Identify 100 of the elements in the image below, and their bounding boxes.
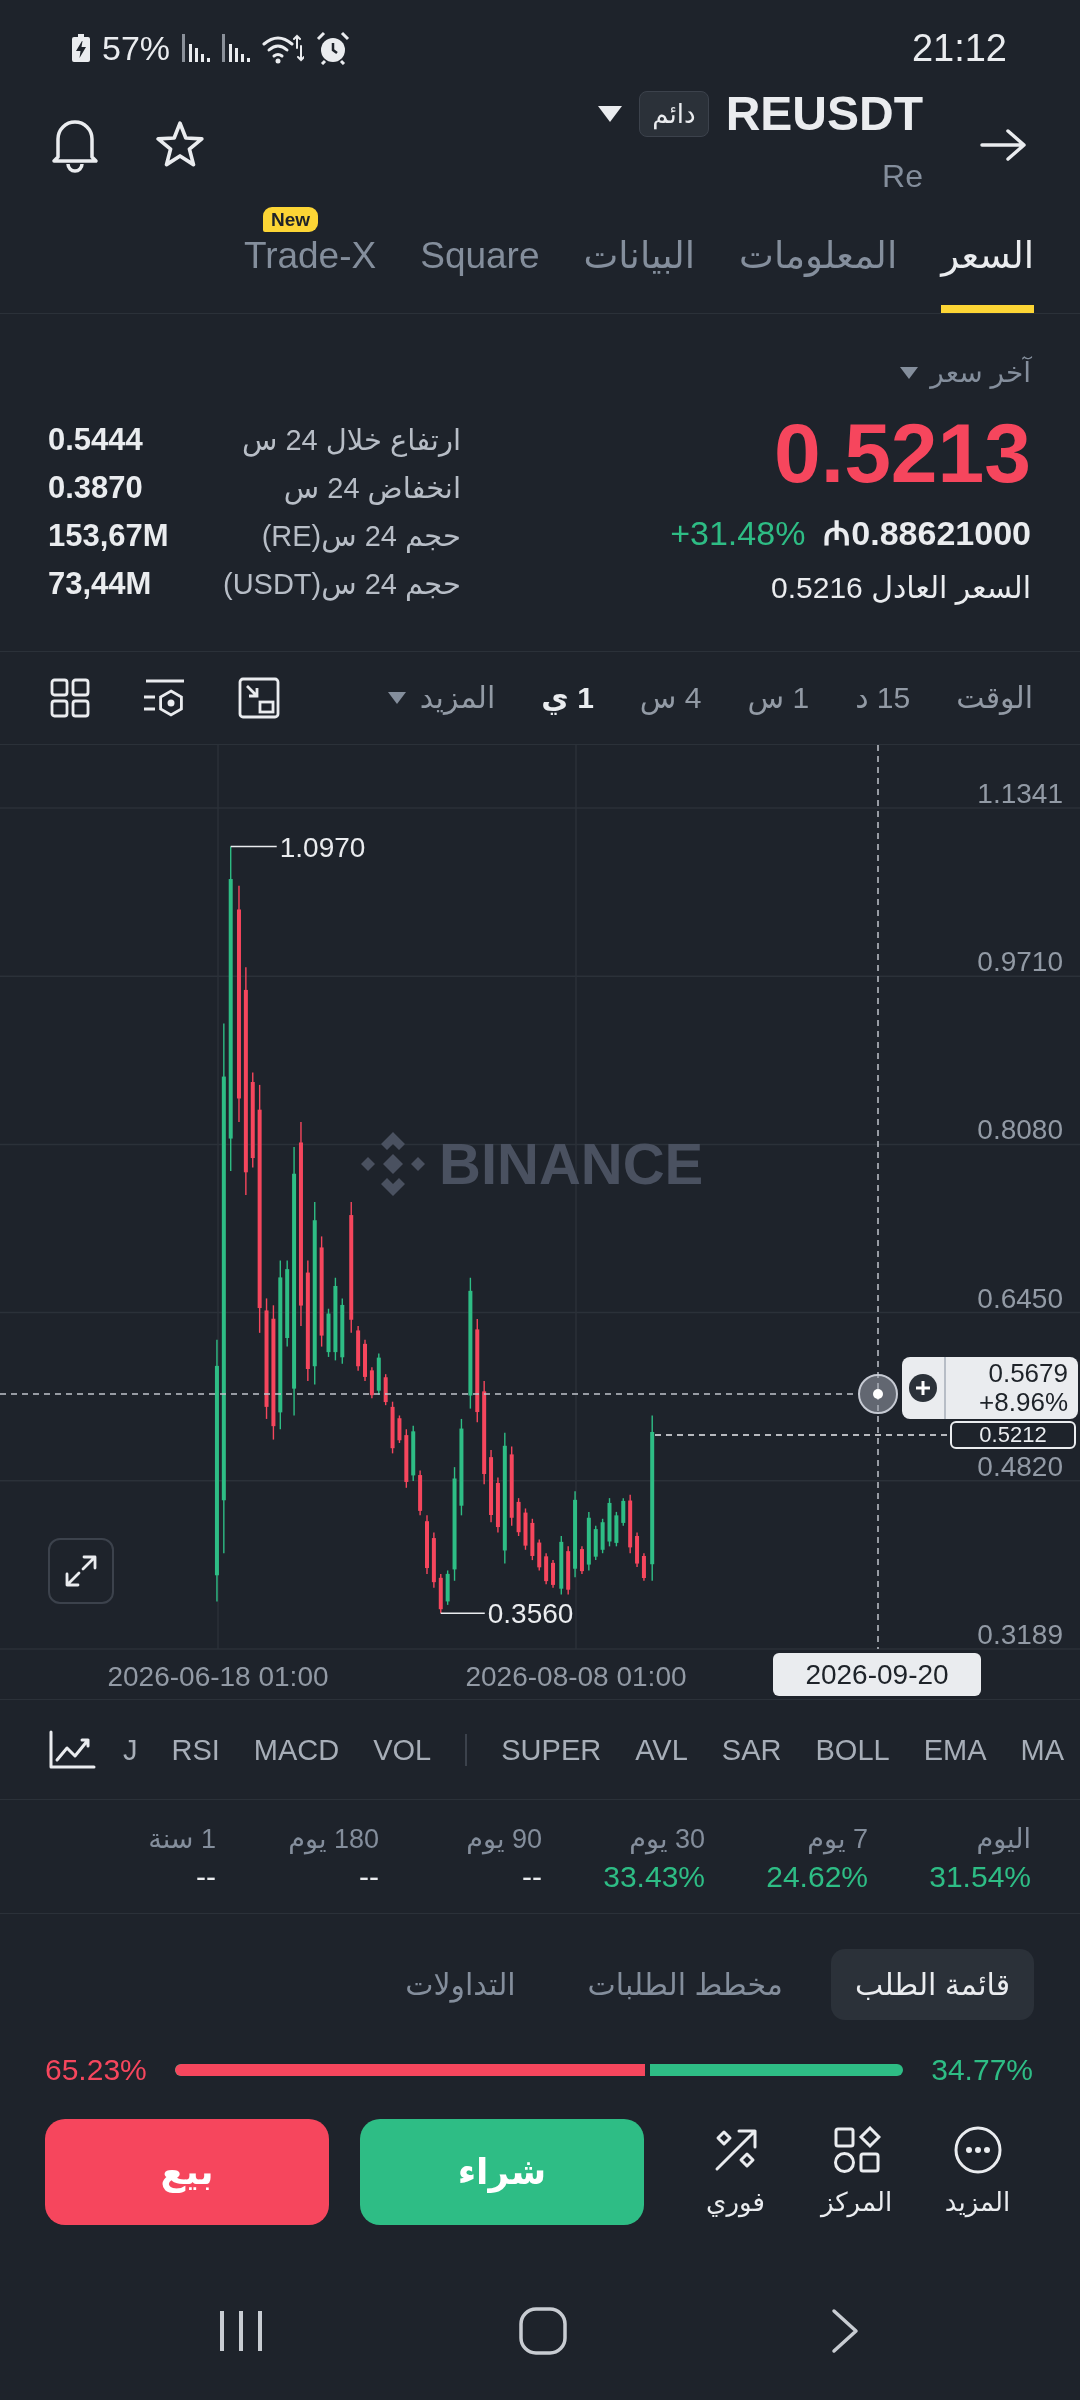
- crosshair-change: +8.96%: [979, 1388, 1068, 1417]
- last-price: 0.5213: [774, 407, 1031, 499]
- price-axis-label: 1.1341: [977, 778, 1063, 809]
- caret-down-icon[interactable]: [598, 105, 623, 122]
- period-label: 30 يوم: [629, 1823, 705, 1856]
- fair-price: السعر العادل 0.5216: [771, 570, 1031, 606]
- signal-icon: [222, 33, 251, 62]
- low-price-label: 0.3560: [487, 1598, 574, 1630]
- period-change: 24.62%: [766, 1859, 868, 1895]
- status-time: 21:12: [911, 25, 1007, 70]
- interval-tab[interactable]: 1 س: [747, 680, 810, 716]
- battery-percent: 57%: [102, 27, 171, 68]
- shapes-icon: [832, 2126, 881, 2174]
- stat-value: 73,44M: [48, 565, 152, 603]
- indicator-tab[interactable]: EMA: [923, 1731, 987, 1768]
- price-axis-label: 0.4820: [977, 1450, 1063, 1482]
- tab[interactable]: البيانات: [583, 205, 696, 313]
- last-price-tag: 0.5212: [950, 1421, 1076, 1449]
- stat-value: 0.3870: [48, 469, 143, 507]
- star-icon[interactable]: [155, 121, 205, 169]
- interval-tab[interactable]: الوقت: [956, 680, 1033, 716]
- crosshair-price: 0.5679: [988, 1359, 1068, 1388]
- price-axis-label: 0.8080: [977, 1114, 1063, 1146]
- rounded-square-icon[interactable]: [519, 2307, 567, 2355]
- crosshair-date-tag: 2026-09-20: [773, 1653, 981, 1696]
- chevron-right-icon[interactable]: [831, 2308, 859, 2354]
- new-badge: New: [262, 207, 318, 232]
- low-price-leader: [440, 1612, 486, 1614]
- high-price-label: 1.0970: [279, 831, 366, 863]
- tab[interactable]: New Trade-X: [243, 205, 377, 313]
- indicator-tab[interactable]: VOL: [373, 1731, 432, 1768]
- order-book-tab[interactable]: التداولات: [381, 1949, 540, 2020]
- order-book-tab[interactable]: قائمة الطلب: [830, 1949, 1034, 2020]
- vertical-bars-icon[interactable]: [219, 2309, 263, 2353]
- more-button[interactable]: المزيد: [917, 2119, 1038, 2217]
- time-axis-label: 2026-08-08 01:00: [465, 1661, 687, 1692]
- contract-type-badge: دائم: [639, 90, 709, 137]
- period-change: --: [359, 1859, 379, 1895]
- period-change: --: [196, 1859, 216, 1895]
- settings-icon[interactable]: [142, 678, 186, 718]
- caret-down-icon: [387, 692, 406, 704]
- indicator-tab[interactable]: BOLL: [815, 1731, 890, 1768]
- diamond-logo-icon: [361, 1132, 425, 1196]
- price-axis-label: 0.6450: [977, 1282, 1063, 1314]
- indicator-tab[interactable]: RSI: [171, 1731, 220, 1768]
- symbol-subtitle: Re: [882, 156, 923, 195]
- period-label: 1 سنة: [148, 1823, 216, 1856]
- indicator-tab[interactable]: AVL: [635, 1731, 688, 1768]
- period-change: 31.54%: [929, 1859, 1031, 1895]
- chart-line-icon[interactable]: [48, 1729, 96, 1770]
- fullscreen-button[interactable]: [48, 1538, 114, 1604]
- interval-tab[interactable]: 15 د: [855, 680, 911, 716]
- tab[interactable]: Square: [420, 205, 540, 313]
- interval-tab[interactable]: 4 س: [639, 680, 702, 716]
- stat-label: انخفاض 24 س: [283, 471, 461, 507]
- grid-icon[interactable]: [50, 678, 90, 718]
- signal-icon: [182, 33, 211, 62]
- price-axis-label: 0.9710: [977, 946, 1063, 978]
- crosshair-marker[interactable]: [858, 1374, 898, 1414]
- stat-label: ارتفاع خلال 24 س: [241, 423, 461, 459]
- stat-label: حجم 24 س(USDT): [222, 567, 461, 603]
- buy-ratio: 34.77%: [931, 2052, 1033, 2088]
- tab[interactable]: المعلومات: [739, 205, 898, 313]
- period-change: 33.43%: [603, 1859, 705, 1895]
- period-label: 180 يوم: [288, 1823, 379, 1856]
- fiat-price: ₼0.88621000: [823, 513, 1031, 553]
- indicator-tab[interactable]: SAR: [721, 1731, 782, 1768]
- period-change: --: [522, 1859, 542, 1895]
- ellipsis-icon: [953, 2126, 1002, 2174]
- symbol-title[interactable]: REUSDT: [725, 90, 923, 137]
- position-button[interactable]: المركز: [796, 2119, 917, 2217]
- instant-button[interactable]: فوري: [675, 2119, 796, 2217]
- plus-icon[interactable]: [909, 1374, 937, 1402]
- price-change-percent: +31.48%: [670, 513, 806, 553]
- period-label: 90 يوم: [466, 1823, 542, 1856]
- period-label: 7 يوم: [807, 1823, 868, 1856]
- price-axis-label: 0.3189: [977, 1619, 1063, 1650]
- tab[interactable]: السعر: [941, 205, 1034, 313]
- sell-button[interactable]: بيع: [45, 2119, 329, 2225]
- period-label: اليوم: [976, 1823, 1031, 1856]
- indicator-tab[interactable]: J: [123, 1731, 138, 1768]
- time-axis-label: 2026-06-18 01:00: [107, 1661, 329, 1692]
- indicator-tab[interactable]: MACD: [253, 1731, 340, 1768]
- sell-ratio: 65.23%: [45, 2052, 147, 2088]
- more-intervals-dropdown[interactable]: المزيد: [387, 680, 496, 716]
- stat-label: حجم 24 س(RE): [261, 519, 461, 555]
- high-price-leader: [229, 845, 278, 848]
- caret-down-icon: [900, 367, 919, 379]
- expand-icon: [65, 1555, 97, 1587]
- stat-value: 0.5444: [48, 421, 143, 459]
- stat-value: 153,67M: [48, 517, 169, 555]
- indicator-tab[interactable]: SUPER: [501, 1731, 602, 1768]
- battery-charging-icon: [72, 33, 90, 62]
- bell-icon[interactable]: [50, 117, 100, 173]
- alarm-clock-icon: [316, 30, 351, 65]
- order-book-tab[interactable]: مخطط الطلبات: [563, 1949, 807, 2020]
- arrow-right-icon[interactable]: [980, 127, 1028, 163]
- indicator-tab[interactable]: MA: [1020, 1731, 1064, 1768]
- last-price-selector[interactable]: آخر سعر: [900, 356, 1031, 390]
- interval-tab[interactable]: 1 ي: [541, 680, 594, 716]
